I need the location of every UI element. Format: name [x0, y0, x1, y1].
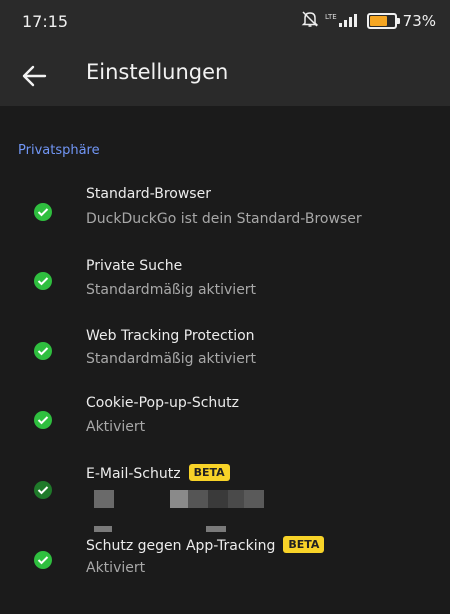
- settings-item-cookie-popup-protection[interactable]: Cookie-Pop-up-Schutz Aktiviert: [0, 388, 450, 448]
- check-circle-icon: [34, 411, 52, 429]
- status-time: 17:15: [22, 12, 69, 31]
- item-title: Cookie-Pop-up-Schutz: [86, 395, 239, 411]
- battery-percent: 73%: [402, 12, 436, 30]
- beta-badge: BETA: [188, 464, 230, 481]
- status-icons: LTE 73%: [301, 10, 436, 32]
- item-subtitle: Standardmäßig aktiviert: [86, 282, 257, 298]
- check-circle-icon: [34, 551, 52, 569]
- item-title-text: E-Mail-Schutz: [86, 466, 181, 482]
- item-title: Private Suche: [86, 258, 183, 274]
- check-circle-icon: [34, 272, 52, 290]
- back-button[interactable]: [14, 56, 54, 96]
- check-circle-icon: [34, 481, 52, 499]
- back-arrow-icon: [22, 65, 47, 87]
- battery-icon: [366, 13, 400, 29]
- item-title: E-Mail-Schutz BETA: [86, 464, 230, 482]
- section-header-privacy: Privatsphäre: [18, 143, 100, 158]
- settings-item-app-tracking-protection[interactable]: Schutz gegen App-Tracking BETA Aktiviert: [0, 530, 450, 594]
- notifications-muted-icon: [301, 10, 319, 32]
- status-bar: 17:15 LTE 73%: [0, 0, 450, 44]
- beta-badge: BETA: [283, 536, 325, 553]
- check-circle-icon: [34, 342, 52, 360]
- check-circle-icon: [34, 203, 52, 221]
- network-type: LTE: [325, 13, 337, 21]
- item-subtitle: Standardmäßig aktiviert: [86, 351, 257, 367]
- settings-item-web-tracking-protection[interactable]: Web Tracking Protection Standardmäßig ak…: [0, 320, 450, 380]
- settings-item-default-browser[interactable]: Standard-Browser DuckDuckGo ist dein Sta…: [0, 178, 450, 238]
- item-title: Standard-Browser: [86, 186, 211, 202]
- settings-item-private-search[interactable]: Private Suche Standardmäßig aktiviert: [0, 250, 450, 310]
- item-subtitle: DuckDuckGo ist dein Standard-Browser: [86, 211, 362, 227]
- item-title-text: Schutz gegen App-Tracking: [86, 538, 276, 554]
- signal-icon: [338, 12, 361, 31]
- item-title: Web Tracking Protection: [86, 328, 255, 344]
- item-subtitle: Aktiviert: [86, 560, 146, 576]
- page-title: Einstellungen: [86, 60, 229, 84]
- item-subtitle: Aktiviert: [86, 419, 146, 435]
- item-title: Schutz gegen App-Tracking BETA: [86, 536, 325, 554]
- settings-item-email-protection[interactable]: E-Mail-Schutz BETA: [0, 456, 450, 540]
- app-bar: Einstellungen: [0, 44, 450, 106]
